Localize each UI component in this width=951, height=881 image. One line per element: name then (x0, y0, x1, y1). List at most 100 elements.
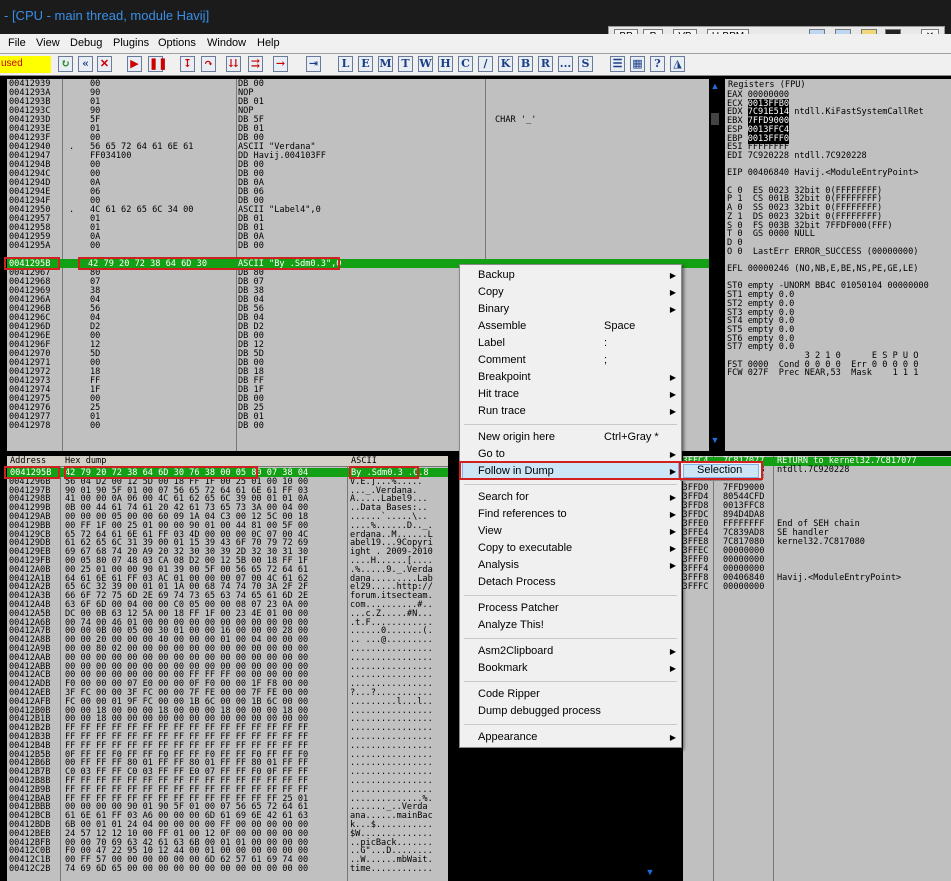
dump-ascii-red-box (349, 466, 419, 479)
disasm-row[interactable]: 0041293D 5F DB 5F (7, 116, 709, 125)
toolbar-m-button[interactable]: M (378, 56, 393, 72)
menu-item-label[interactable]: Label (478, 335, 505, 352)
menu-item-appearance[interactable]: Appearance (478, 729, 537, 746)
dump-row[interactable]: 00412C2B 74 69 6D 65 00 00 00 00 00 00 00… (7, 865, 448, 874)
run-icon[interactable]: ▶ (127, 56, 142, 72)
restart-icon[interactable]: « (78, 56, 93, 72)
toolbar-t-button[interactable]: T (398, 56, 413, 72)
menu-item-detach-process[interactable]: Detach Process (478, 574, 556, 591)
pause-icon[interactable]: ❚❚ (148, 56, 167, 72)
scroll-down-icon[interactable]: ▼ (709, 435, 721, 445)
disasm-row[interactable]: 0041293E 01 DB 01 (7, 125, 709, 134)
register-line[interactable]: EDI 7C920228 ntdll.7C920228 (727, 152, 867, 161)
execute-till-return-icon[interactable]: → (273, 56, 288, 72)
menu-item-bookmark[interactable]: Bookmark (478, 660, 528, 677)
menu-item-analysis[interactable]: Analysis (478, 557, 519, 574)
toolbar-r-button[interactable]: R (538, 56, 553, 72)
menu-item-analyze-this[interactable]: Analyze This! (478, 617, 544, 634)
toolbar-s-button[interactable]: S (578, 56, 593, 72)
menu-item-process-patcher[interactable]: Process Patcher (478, 600, 559, 617)
toolbar-c-button[interactable]: C (458, 56, 473, 72)
toolbar-dots-button[interactable]: ... (558, 56, 573, 72)
menu-window[interactable]: Window (207, 37, 246, 49)
disasm-row[interactable]: 0041293C 90 NOP (7, 107, 709, 116)
toolbar-e-button[interactable]: E (358, 56, 373, 72)
disasm-row[interactable]: 0041294C 00 DB 00 (7, 170, 709, 179)
main-toolbar (0, 54, 951, 76)
disasm-scrollbar[interactable]: ▲ ▼ (709, 79, 721, 451)
toolbar-l-button[interactable]: L (338, 56, 353, 72)
disasm-row[interactable]: 00412947 FF034100 DD Havij.004103FF (7, 152, 709, 161)
disasm-row[interactable]: 00412957 01 DB 01 (7, 215, 709, 224)
scroll-up-icon[interactable]: ▲ (709, 81, 721, 91)
disasm-row[interactable]: 0041294B 00 DB 00 (7, 161, 709, 170)
menu-item-copy-to-executable[interactable]: Copy to executable (478, 540, 572, 557)
menu-item-run-trace[interactable]: Run trace (478, 403, 526, 420)
toolbar-b-button[interactable]: B (518, 56, 533, 72)
context-menu: Backup ▶ Copy ▶ Binary ▶ Assemble Space Label: Co… (459, 264, 682, 748)
menu-file[interactable]: File (8, 37, 26, 49)
menu-item-binary[interactable]: Binary (478, 301, 509, 318)
toolbar-w-button[interactable]: W (418, 56, 433, 72)
menu-view[interactable]: View (36, 37, 60, 49)
menu-debug[interactable]: Debug (70, 37, 102, 49)
menu-item-backup[interactable]: Backup (478, 267, 515, 284)
registers-header: Registers (FPU) (728, 80, 806, 90)
registers-pane[interactable]: Registers (FPU) EAX 00000000 ECX 0013FFB0… (725, 79, 951, 451)
disasm-row[interactable]: 0041293A 90 NOP (7, 89, 709, 98)
stack-scrollbar[interactable]: ▼ (644, 748, 656, 881)
toolbar-k-button[interactable]: K (498, 56, 513, 72)
list-icon[interactable]: ☰ (610, 56, 625, 72)
go-to-icon[interactable]: ⇥ (306, 56, 321, 72)
register-line[interactable]: O 0 LastErr ERROR_SUCCESS (00000000) (727, 247, 918, 257)
stack-scroll-down-icon[interactable]: ▼ (644, 867, 656, 877)
menu-help[interactable]: Help (257, 37, 280, 49)
grid-icon[interactable]: ▦ (630, 56, 645, 72)
disasm-row[interactable]: 0041294D 0A DB 0A (7, 179, 709, 188)
submenu-arrow-icon: ▶ (669, 733, 676, 742)
disasm-hex: 00 (90, 241, 101, 251)
disasm-row[interactable]: 0041295A 00 DB 00 (7, 242, 709, 251)
disasm-row[interactable]: 0041293B 01 DB 01 (7, 98, 709, 107)
submenu-arrow-icon: ▶ (669, 373, 676, 382)
menu-item-dump-debugged-process[interactable]: Dump debugged process (478, 703, 601, 720)
menu-item-view[interactable]: View (478, 523, 502, 540)
disasm-row[interactable]: 00412939 00 DB 00 (7, 80, 709, 89)
menu-item-code-ripper[interactable]: Code Ripper (478, 686, 540, 703)
step-over-icon[interactable]: ↷ (201, 56, 216, 72)
toolbar-h-button[interactable]: H (438, 56, 453, 72)
register-line[interactable]: EFL 00000246 (NO,NB,E,BE,NS,PE,GE,LE) (727, 265, 918, 274)
step-into-icon[interactable]: ↧ (180, 56, 195, 72)
menu-item-breakpoint[interactable]: Breakpoint (478, 369, 531, 386)
menu-item-hit-trace[interactable]: Hit trace (478, 386, 519, 403)
menu-item-assemble[interactable]: Assemble (478, 318, 526, 335)
menu-item-copy[interactable]: Copy (478, 284, 504, 301)
menu-plugins[interactable]: Plugins (113, 37, 149, 49)
menu-item-new-origin-here[interactable]: New origin here (478, 429, 555, 446)
menu-item-search-for[interactable]: Search for (478, 489, 529, 506)
disasm-row[interactable]: 0041294E 06 DB 06 (7, 188, 709, 197)
menu-options[interactable]: Options (158, 37, 196, 49)
register-line[interactable]: FCW 027F Prec NEAR,53 Mask 1 1 1 (727, 369, 918, 378)
menu-item-comment[interactable]: Comment (478, 352, 526, 369)
close-process-icon[interactable]: ✕ (97, 56, 112, 72)
menu-shortcut: ; (604, 354, 608, 366)
help-icon[interactable]: ? (650, 56, 665, 72)
menu-bar: File View Debug Plugins Options Window H… (0, 34, 951, 54)
disasm-row[interactable]: 00412958 01 DB 01 (7, 224, 709, 233)
menu-item-find-references-to[interactable]: Find references to (478, 506, 567, 523)
disasm-row[interactable]: 00412950. 4C 61 62 65 6C 34 00 ASCII "Labe… (7, 206, 709, 215)
register-line[interactable]: EIP 00406840 Havij.<ModuleEntryPoint> (727, 169, 918, 178)
stack-pane[interactable]: 0013FFC47C817077RETURN to kernel32.7C817… (683, 456, 951, 881)
trace-into-icon[interactable]: ⇊ (226, 56, 241, 72)
trace-over-icon[interactable]: ⇉ (248, 56, 263, 72)
stack-row[interactable]: 0013FFFC 00000000 (683, 583, 951, 592)
address-red-box (4, 257, 60, 270)
dump-pane[interactable]: Address Hex dump ASCII 0041296B 56 04 D2 … (7, 456, 448, 881)
submenu-arrow-icon: ▶ (669, 407, 676, 416)
open-icon[interactable]: ↻ (58, 56, 73, 72)
plugin-icon[interactable]: ◮ (670, 56, 685, 72)
disasm-row[interactable]: 00412959 0A DB 0A (7, 233, 709, 242)
menu-item-asm2clipboard[interactable]: Asm2Clipboard (478, 643, 553, 660)
toolbar-slash-button[interactable]: / (478, 56, 493, 72)
